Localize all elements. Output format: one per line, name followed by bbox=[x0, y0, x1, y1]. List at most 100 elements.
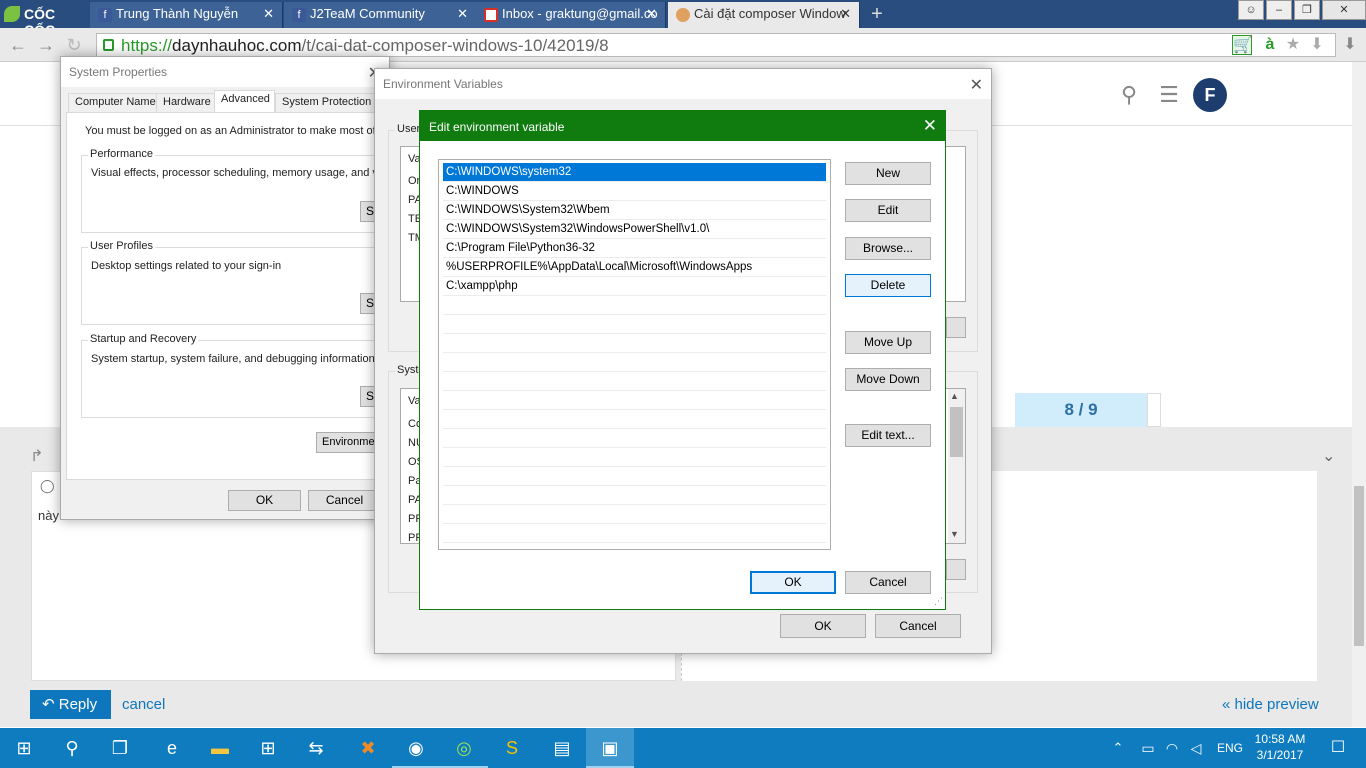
minimize-icon[interactable]: – bbox=[1266, 0, 1292, 20]
empty-row[interactable] bbox=[443, 410, 826, 429]
path-row[interactable]: C:\WINDOWS\System32\Wbem bbox=[443, 201, 826, 220]
empty-row[interactable] bbox=[443, 334, 826, 353]
ok-button[interactable]: OK bbox=[750, 571, 836, 594]
system-properties-ok-button[interactable]: OK bbox=[228, 490, 301, 511]
taskbar-clock[interactable]: 10:58 AM 3/1/2017 bbox=[1250, 731, 1310, 763]
new-button[interactable]: New bbox=[845, 162, 931, 185]
browser-tab[interactable]: f J2TeaM Community ✕ bbox=[284, 2, 477, 28]
edit-text-button[interactable]: Edit text... bbox=[845, 424, 931, 447]
path-row[interactable]: C:\Program File\Python36-32 bbox=[443, 239, 826, 258]
close-icon[interactable]: ✕ bbox=[970, 75, 983, 95]
battery-icon[interactable]: ▭ bbox=[1136, 728, 1160, 768]
control-panel-icon[interactable]: ▤ bbox=[538, 728, 586, 768]
move-down-button[interactable]: Move Down bbox=[845, 368, 931, 391]
empty-row[interactable] bbox=[443, 353, 826, 372]
new-tab-icon[interactable]: + bbox=[866, 3, 888, 25]
reply-button[interactable]: ↶ Reply bbox=[30, 690, 111, 719]
browse-button[interactable]: Browse... bbox=[845, 237, 931, 260]
path-list[interactable]: C:\WINDOWS\system32 C:\WINDOWS C:\WINDOW… bbox=[438, 159, 831, 550]
shopping-cart-icon[interactable]: 🛒 bbox=[1232, 35, 1253, 55]
cancel-button[interactable]: Cancel bbox=[845, 571, 931, 594]
tab-computer-name[interactable]: Computer Name bbox=[68, 93, 161, 112]
empty-row[interactable] bbox=[443, 372, 826, 391]
hide-preview-link[interactable]: « hide preview bbox=[1222, 696, 1319, 713]
close-tab-icon[interactable]: ✕ bbox=[457, 6, 468, 22]
tray-chevron-icon[interactable]: ⌃ bbox=[1106, 728, 1130, 768]
file-explorer-icon[interactable]: ▬ bbox=[196, 728, 244, 768]
close-tab-icon[interactable]: ✕ bbox=[840, 6, 851, 22]
language-indicator[interactable]: ENG bbox=[1210, 728, 1250, 768]
wifi-icon[interactable]: ◠ bbox=[1160, 728, 1184, 768]
volume-icon[interactable]: ◁ bbox=[1184, 728, 1208, 768]
downloads-side-icon[interactable]: ⬇ bbox=[1340, 35, 1360, 55]
hamburger-menu-icon[interactable]: ☰ bbox=[1156, 82, 1182, 108]
tab-hardware[interactable]: Hardware bbox=[156, 93, 216, 112]
vietnamese-typing-icon[interactable]: à bbox=[1260, 35, 1280, 55]
download-icon[interactable]: ⬇ bbox=[1307, 35, 1327, 55]
close-window-icon[interactable]: ✕ bbox=[1322, 0, 1366, 20]
browser-tab[interactable]: Inbox - graktung@gmail.co ✕ bbox=[476, 2, 666, 28]
user-delete-button[interactable] bbox=[946, 317, 966, 338]
back-icon[interactable]: ← bbox=[6, 34, 30, 56]
move-up-button[interactable]: Move Up bbox=[845, 331, 931, 354]
system-delete-button[interactable] bbox=[946, 559, 966, 580]
xampp-icon[interactable]: ✖ bbox=[344, 728, 392, 768]
tab-system-protection[interactable]: System Protection bbox=[275, 93, 375, 112]
forward-icon[interactable]: → bbox=[34, 34, 58, 56]
env-ok-button[interactable]: OK bbox=[780, 614, 866, 638]
browser-tab[interactable]: f Trung Thành Nguyễn ✕ bbox=[90, 2, 283, 28]
reload-icon[interactable]: ↻ bbox=[62, 34, 86, 56]
store-icon[interactable]: ⊞ bbox=[244, 728, 292, 768]
system-properties-cancel-button[interactable]: Cancel bbox=[308, 490, 381, 511]
empty-row[interactable] bbox=[443, 315, 826, 334]
browser-tab-active[interactable]: Cài đặt composer Window ✕ bbox=[668, 2, 860, 28]
path-row[interactable]: C:\xampp\php bbox=[443, 277, 826, 296]
empty-row[interactable] bbox=[443, 467, 826, 486]
close-tab-icon[interactable]: ✕ bbox=[263, 6, 274, 22]
bookmark-star-icon[interactable]: ★ bbox=[1283, 35, 1303, 55]
action-center-icon[interactable]: ☐ bbox=[1318, 728, 1358, 768]
user-avatar[interactable]: F bbox=[1193, 78, 1227, 112]
system-list-scrollbar[interactable]: ▲ ▼ bbox=[948, 389, 965, 543]
scrollbar-thumb[interactable] bbox=[1354, 486, 1364, 646]
empty-row[interactable] bbox=[443, 391, 826, 410]
empty-row[interactable] bbox=[443, 524, 826, 543]
empty-row[interactable] bbox=[443, 429, 826, 448]
windows-start-icon[interactable]: ⊞ bbox=[0, 728, 48, 768]
user-profile-icon[interactable]: ☺ bbox=[1238, 0, 1264, 20]
path-row-selected[interactable]: C:\WINDOWS\system32 bbox=[442, 162, 827, 183]
search-icon[interactable]: ⚲ bbox=[1116, 82, 1142, 108]
empty-row[interactable] bbox=[443, 505, 826, 524]
path-row[interactable]: %USERPROFILE%\AppData\Local\Microsoft\Wi… bbox=[443, 258, 826, 277]
empty-row[interactable] bbox=[443, 448, 826, 467]
task-view-icon[interactable]: ❐ bbox=[96, 728, 144, 768]
page-scrollbar[interactable] bbox=[1352, 62, 1366, 727]
restore-icon[interactable]: ❐ bbox=[1294, 0, 1320, 20]
scroll-up-icon[interactable]: ▲ bbox=[950, 391, 959, 401]
system-properties-taskbar-icon[interactable]: ▣ bbox=[586, 728, 634, 768]
delete-button[interactable]: Delete bbox=[845, 274, 931, 297]
tab-advanced[interactable]: Advanced bbox=[214, 90, 275, 113]
edit-button[interactable]: Edit bbox=[845, 199, 931, 222]
search-icon[interactable]: ⚲ bbox=[48, 728, 96, 768]
cancel-link[interactable]: cancel bbox=[122, 696, 165, 713]
path-row[interactable]: C:\WINDOWS bbox=[443, 182, 826, 201]
path-row[interactable]: C:\WINDOWS\System32\WindowsPowerShell\v1… bbox=[443, 220, 826, 239]
close-tab-icon[interactable]: ✕ bbox=[646, 6, 657, 22]
environment-variables-button[interactable]: Environmen bbox=[316, 432, 380, 453]
close-icon[interactable]: ✕ bbox=[923, 116, 937, 136]
browser-logo[interactable]: CỐC CỐC bbox=[0, 0, 90, 38]
teamviewer-icon[interactable]: ⇆ bbox=[292, 728, 340, 768]
scrollbar-thumb[interactable] bbox=[950, 407, 963, 457]
empty-row[interactable] bbox=[443, 486, 826, 505]
env-cancel-button[interactable]: Cancel bbox=[875, 614, 961, 638]
resize-grip-icon[interactable]: ⋰ bbox=[934, 596, 943, 607]
edge-browser-icon[interactable]: e bbox=[148, 728, 196, 768]
scroll-down-icon[interactable]: ▼ bbox=[950, 529, 959, 539]
chevron-down-icon[interactable]: ⌄ bbox=[1322, 446, 1335, 466]
chrome-icon[interactable]: ◉ bbox=[392, 728, 440, 768]
address-bar[interactable]: https://daynhauhoc.com/t/cai-dat-compose… bbox=[96, 33, 1336, 57]
empty-row[interactable] bbox=[443, 296, 826, 315]
skype-s-icon[interactable]: S bbox=[488, 728, 536, 768]
coccoc-icon[interactable]: ◎ bbox=[440, 728, 488, 768]
